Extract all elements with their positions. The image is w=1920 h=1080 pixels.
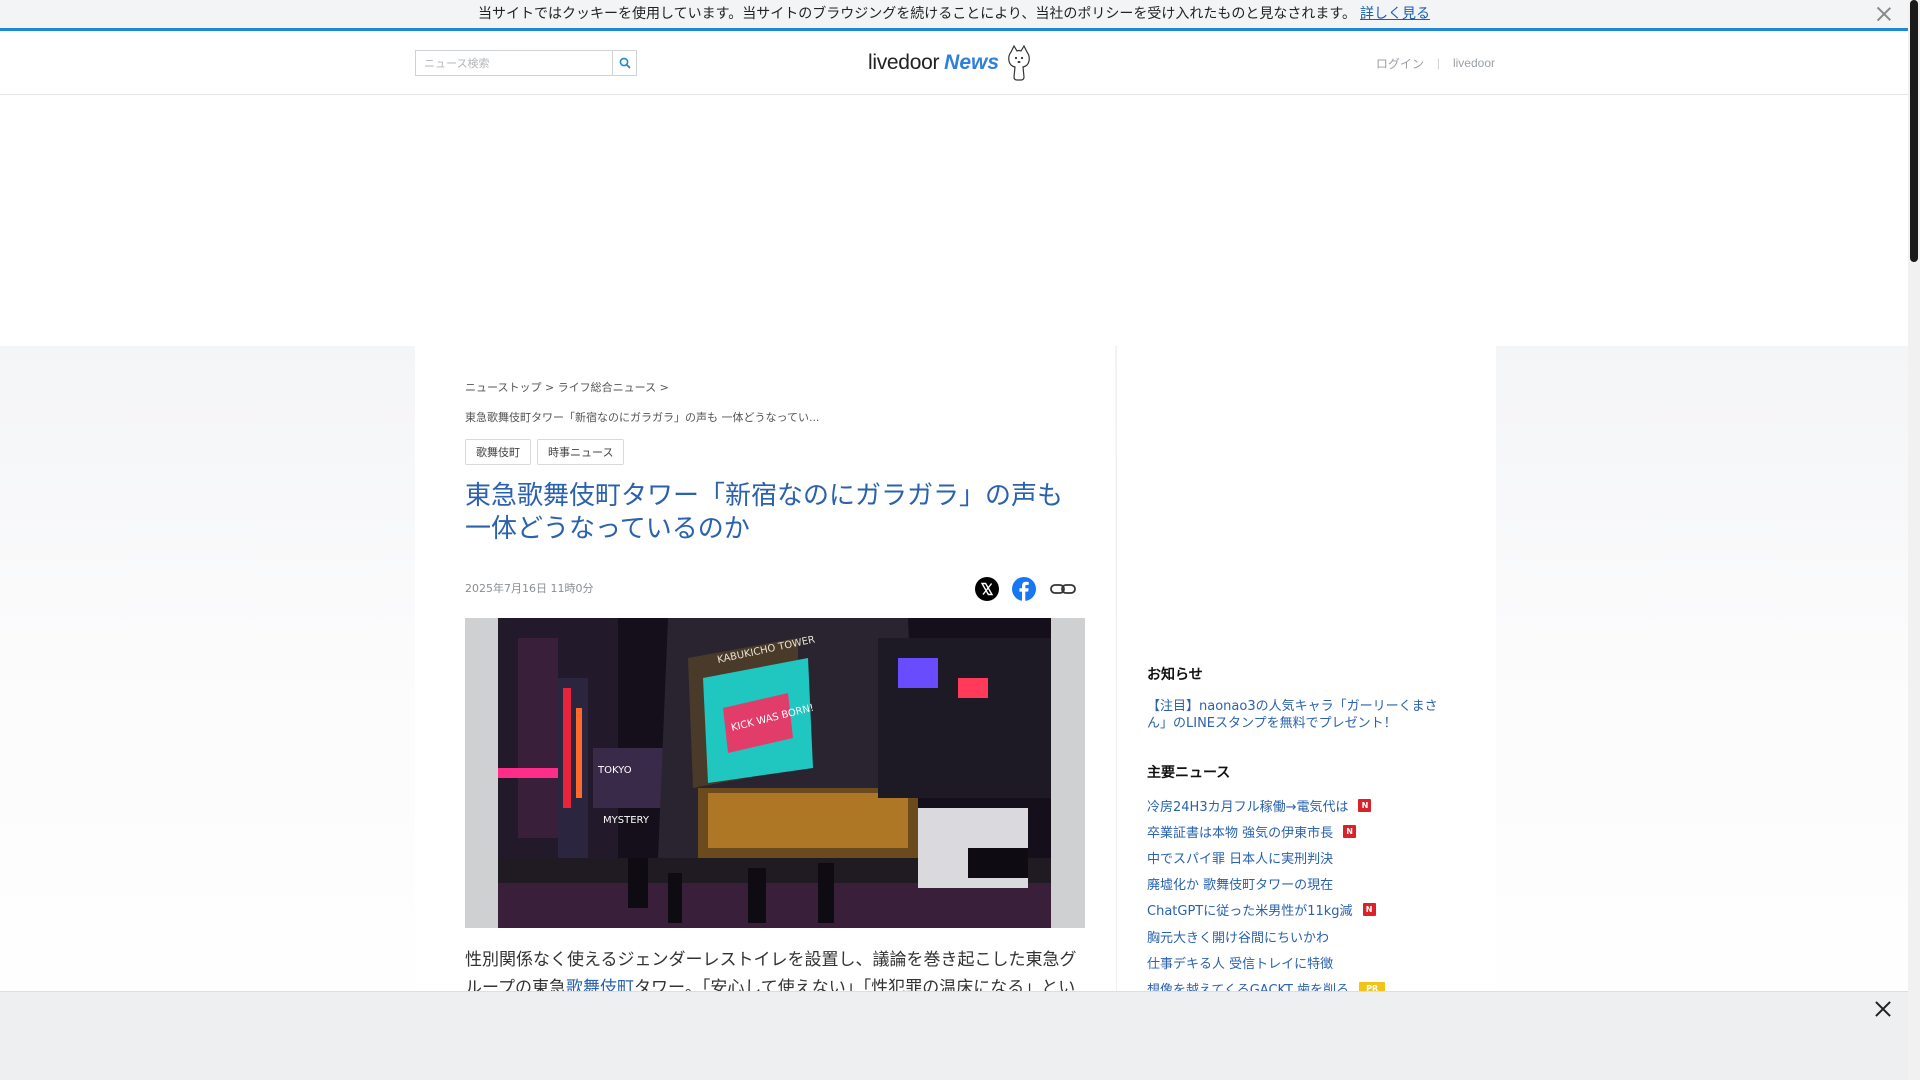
site-logo[interactable]: livedoor News — [868, 43, 1033, 83]
search-icon — [619, 57, 631, 69]
copy-link-icon[interactable] — [1049, 577, 1077, 601]
cookie-details-link[interactable]: 詳しく見る — [1360, 6, 1430, 22]
top-ad-space — [0, 96, 1908, 346]
share-buttons — [975, 576, 1077, 602]
news-item[interactable]: 胸元大きく開け谷間にちいかわ — [1147, 923, 1385, 949]
article-headline: 東急歌舞伎町タワー「新宿なのにガラガラ」の声も一体どうなっているのか — [465, 481, 1064, 544]
top-news-heading: 主要ニュース — [1147, 765, 1231, 781]
news-item[interactable]: 仕事デキる人 受信トレイに特徴 — [1147, 949, 1385, 975]
dog-mascot-icon — [1008, 44, 1030, 81]
notice-heading: お知らせ — [1147, 667, 1203, 683]
news-item-text[interactable]: ChatGPTに従った米男性が11kg減 — [1147, 900, 1353, 919]
breadcrumb-sep: > — [659, 381, 669, 394]
cookie-close-icon[interactable] — [1874, 4, 1894, 24]
news-item-text[interactable]: 仕事デキる人 受信トレイに特徴 — [1147, 953, 1333, 972]
new-badge: N — [1343, 824, 1357, 838]
cookie-banner: 当サイトではクッキーを使用しています。当サイトのブラウジングを続けることにより、… — [0, 0, 1908, 31]
facebook-share-icon[interactable] — [1011, 576, 1037, 602]
new-badge: N — [1362, 903, 1376, 917]
bottom-ad-banner — [0, 991, 1908, 1080]
new-badge: N — [1358, 798, 1372, 812]
header-links: ログイン | livedoor — [1376, 31, 1495, 95]
kabukicho-tower-night-image: TOKYO MYSTERY KABUKICHO TOWER KICK WAS B… — [498, 618, 1051, 928]
search-input[interactable] — [416, 51, 612, 75]
breadcrumb-item-news-top[interactable]: ニューストップ — [465, 381, 541, 394]
breadcrumb-current: 東急歌舞伎町タワー「新宿なのにガラガラ」の声も 一体どうなってい... — [465, 411, 820, 424]
close-ad-icon[interactable] — [1872, 998, 1894, 1020]
header-separator: | — [1436, 56, 1440, 70]
search-button[interactable] — [612, 51, 636, 75]
news-item[interactable]: 卒業証書は本物 強気の伊東市長 N — [1147, 818, 1385, 844]
login-link[interactable]: ログイン — [1376, 55, 1424, 72]
cookie-message: 当サイトではクッキーを使用しています。当サイトのブラウジングを続けることにより、… — [478, 6, 1356, 22]
sidebar: お知らせ 【注目】naonao3の人気キャラ「ガーリーくまさん」のLINEスタン… — [1116, 346, 1496, 1080]
news-item[interactable]: 廃墟化か 歌舞伎町タワーの現在 — [1147, 871, 1385, 897]
scrollbar-thumb[interactable] — [1910, 0, 1918, 262]
article-column: ニューストップ > ライフ総合ニュース > 東急歌舞伎町タワー「新宿なのにガラガ… — [415, 346, 1115, 1080]
logo-word-livedoor: livedoor — [868, 51, 940, 74]
search-box — [415, 50, 637, 76]
news-item[interactable]: ChatGPTに従った米男性が11kg減 N — [1147, 897, 1385, 923]
news-item-text[interactable]: 卒業証書は本物 強気の伊東市長 — [1147, 822, 1333, 841]
livedoor-link[interactable]: livedoor — [1453, 56, 1495, 70]
breadcrumb-sep: > — [544, 381, 555, 394]
x-share-icon[interactable] — [975, 577, 999, 601]
site-header: livedoor News ログイン | livedoor — [0, 31, 1908, 95]
news-item-text[interactable]: 胸元大きく開け谷間にちいかわ — [1147, 927, 1329, 946]
news-item-text[interactable]: 中でスパイ罪 日本人に実刑判決 — [1147, 848, 1333, 867]
breadcrumb: ニューストップ > ライフ総合ニュース > — [465, 379, 669, 395]
news-item[interactable]: 中でスパイ罪 日本人に実刑判決 — [1147, 844, 1385, 870]
news-item-text[interactable]: 廃墟化か 歌舞伎町タワーの現在 — [1147, 874, 1333, 893]
page-scrollbar[interactable] — [1908, 0, 1920, 1080]
article-date: 2025年7月16日 11時0分 — [465, 582, 594, 595]
notice-link[interactable]: 【注目】naonao3の人気キャラ「ガーリーくまさん」のLINEスタンプを無料で… — [1147, 698, 1447, 732]
article-photo: TOKYO MYSTERY KABUKICHO TOWER KICK WAS B… — [465, 618, 1085, 928]
news-item-text[interactable]: 冷房24H3カ月フル稼働→電気代は — [1147, 796, 1348, 815]
tag-list: 歌舞伎町 時事ニュース — [465, 439, 625, 465]
sign-tokyo: TOKYO — [597, 765, 632, 776]
top-news-list: 冷房24H3カ月フル稼働→電気代は N 卒業証書は本物 強気の伊東市長 N 中でスパ… — [1147, 792, 1386, 1002]
breadcrumb-item-life[interactable]: ライフ総合ニュース — [558, 381, 656, 394]
sign-mystery: MYSTERY — [603, 815, 650, 826]
news-item[interactable]: 冷房24H3カ月フル稼働→電気代は N — [1147, 792, 1385, 818]
logo-word-news: News — [944, 51, 1000, 74]
tag-kabukicho[interactable]: 歌舞伎町 — [465, 439, 531, 465]
tag-current-news[interactable]: 時事ニュース — [537, 439, 625, 465]
